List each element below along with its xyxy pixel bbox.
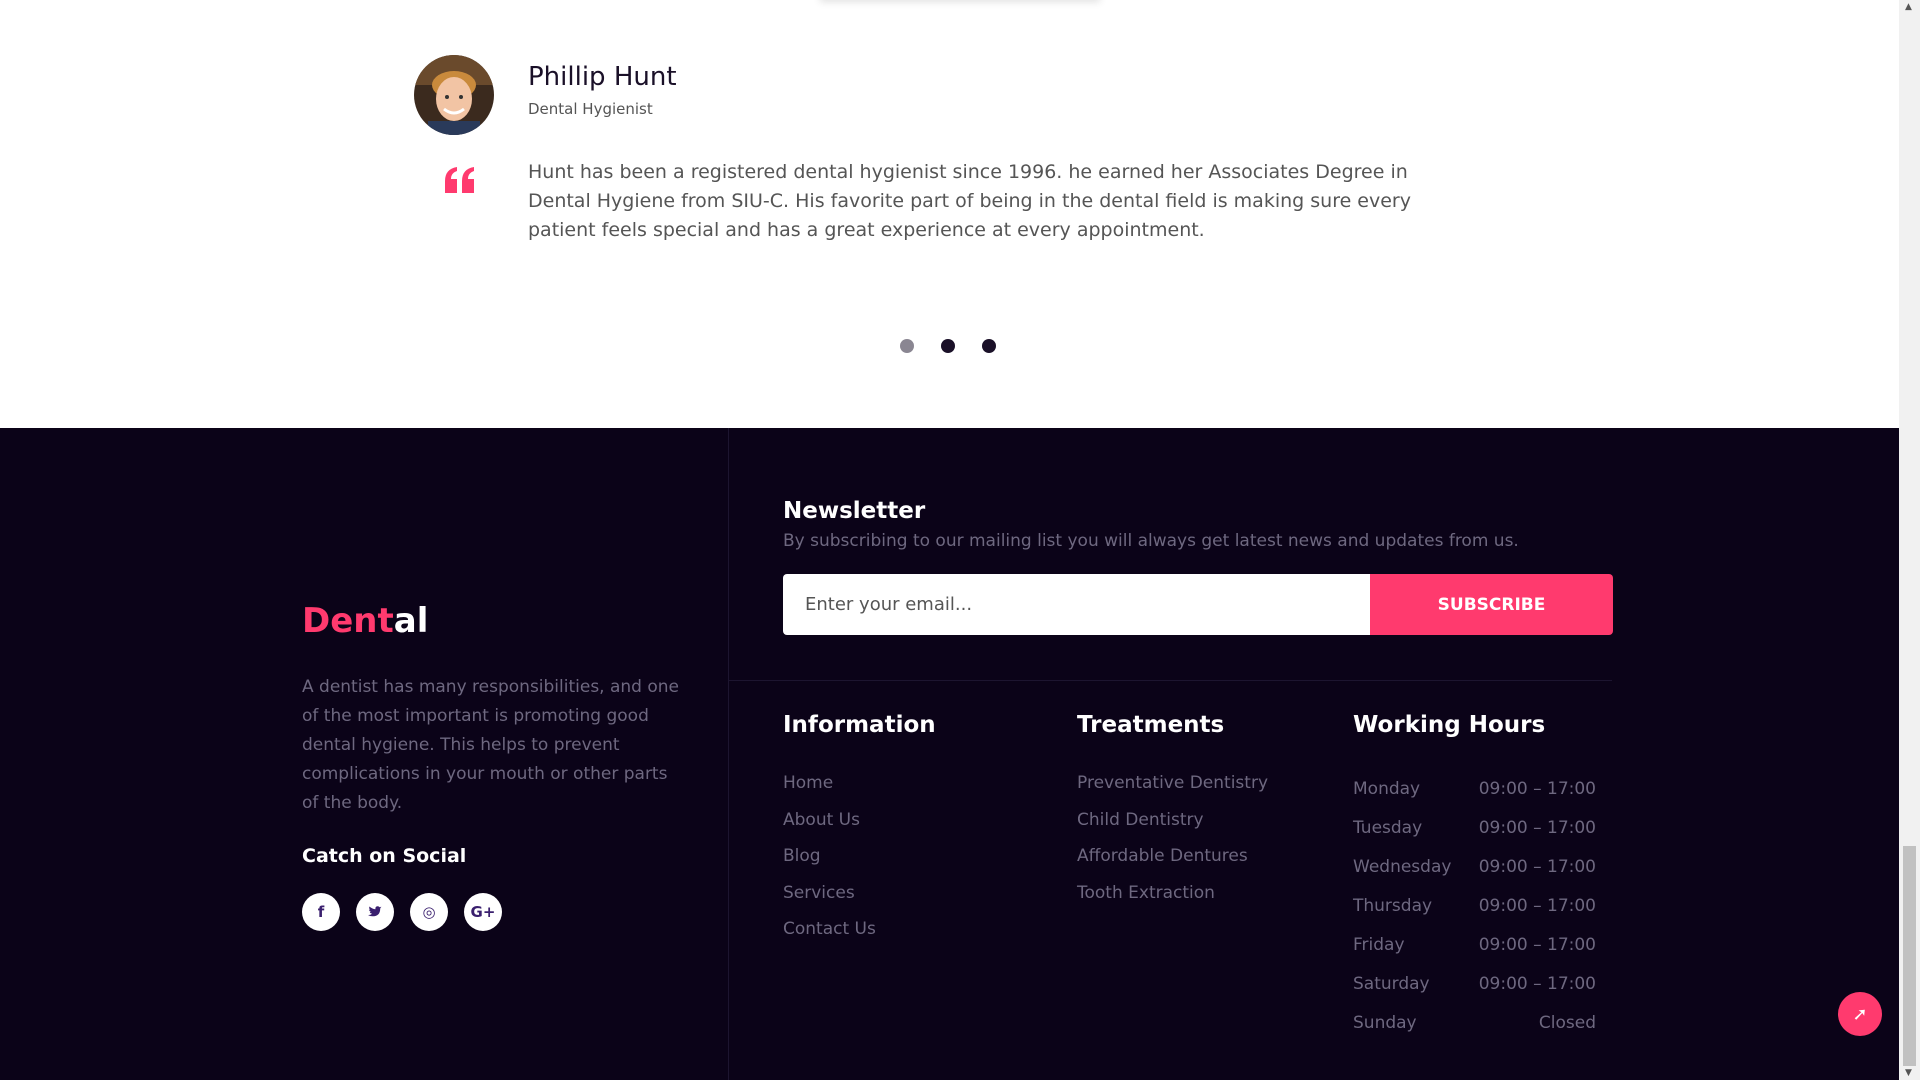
hours-day: Sunday (1353, 1013, 1417, 1033)
scroll-to-top-button[interactable]: ➚ (1838, 992, 1882, 1036)
hours-row: Friday 09:00 – 17:00 (1353, 935, 1596, 974)
hours-row: Thursday 09:00 – 17:00 (1353, 896, 1596, 935)
scrollbar-thumb[interactable] (1903, 846, 1916, 1066)
footer-logo[interactable]: Dental (302, 601, 428, 641)
page-scrollbar[interactable]: ▲ ▼ (1899, 0, 1920, 1080)
hours-day: Monday (1353, 779, 1421, 799)
carousel-dot-3[interactable] (982, 339, 996, 353)
person-name: Phillip Hunt (528, 62, 677, 92)
google-plus-icon[interactable]: G+ (464, 893, 502, 931)
hours-row: Wednesday 09:00 – 17:00 (1353, 857, 1596, 896)
carousel-dot-2[interactable] (941, 339, 955, 353)
quote-icon (445, 167, 474, 193)
footer-link-child-dentistry[interactable]: Child Dentistry (1077, 810, 1268, 847)
hours-time: 09:00 – 17:00 (1478, 896, 1596, 916)
subscribe-button[interactable]: SUBSCRIBE (1370, 574, 1613, 635)
footer-link-affordable-dentures[interactable]: Affordable Dentures (1077, 846, 1268, 883)
testimonial-section: Phillip Hunt Dental Hygienist Hunt has b… (0, 0, 1899, 428)
working-hours-title: Working Hours (1353, 712, 1546, 738)
newsletter-description: By subscribing to our mailing list you w… (783, 531, 1519, 551)
hours-time: 09:00 – 17:00 (1478, 935, 1596, 955)
carousel-dot-1[interactable] (900, 339, 914, 353)
dribbble-icon[interactable]: ◎ (410, 893, 448, 931)
hours-row: Tuesday 09:00 – 17:00 (1353, 818, 1596, 857)
logo-part-2: al (393, 601, 429, 641)
facebook-icon[interactable]: f (302, 893, 340, 931)
hours-time: 09:00 – 17:00 (1478, 779, 1596, 799)
information-links: Home About Us Blog Services Contact Us (783, 773, 876, 956)
hours-time: 09:00 – 17:00 (1478, 818, 1596, 838)
footer-divider-horizontal (729, 680, 1612, 681)
hours-row: Monday 09:00 – 17:00 (1353, 779, 1596, 818)
avatar (414, 55, 494, 135)
hours-row: Saturday 09:00 – 17:00 (1353, 974, 1596, 1013)
hours-time: Closed (1538, 1013, 1596, 1033)
footer-link-services[interactable]: Services (783, 883, 876, 920)
footer-link-about-us[interactable]: About Us (783, 810, 876, 847)
person-role: Dental Hygienist (528, 100, 653, 118)
site-footer: Dental A dentist has many responsibiliti… (0, 428, 1899, 1080)
information-title: Information (783, 712, 936, 738)
hours-time: 09:00 – 17:00 (1478, 857, 1596, 877)
footer-link-blog[interactable]: Blog (783, 846, 876, 883)
scroll-down-arrow-icon[interactable]: ▼ (1905, 1068, 1912, 1078)
hours-row: Sunday Closed (1353, 1013, 1596, 1052)
newsletter-email-input[interactable] (783, 574, 1370, 635)
footer-link-tooth-extraction[interactable]: Tooth Extraction (1077, 883, 1268, 920)
footer-link-contact-us[interactable]: Contact Us (783, 919, 876, 956)
logo-part-1: Dent (302, 601, 394, 641)
hours-day: Friday (1353, 935, 1405, 955)
treatments-title: Treatments (1077, 712, 1225, 738)
hours-day: Tuesday (1353, 818, 1423, 838)
footer-about-text: A dentist has many responsibilities, and… (302, 677, 680, 813)
social-title: Catch on Social (302, 845, 467, 867)
hours-day: Wednesday (1353, 857, 1452, 877)
newsletter-title: Newsletter (783, 498, 926, 524)
social-links: f ◎ G+ (302, 893, 502, 931)
footer-divider-vertical (728, 428, 729, 1080)
hours-day: Saturday (1353, 974, 1430, 994)
testimonial-quote: Hunt has been a registered dental hygien… (528, 161, 1411, 241)
twitter-icon[interactable] (356, 893, 394, 931)
hours-time: 09:00 – 17:00 (1478, 974, 1596, 994)
working-hours-table: Monday 09:00 – 17:00 Tuesday 09:00 – 17:00… (1353, 779, 1596, 1052)
treatments-links: Preventative Dentistry Child Dentistry A… (1077, 773, 1268, 919)
footer-link-preventative-dentistry[interactable]: Preventative Dentistry (1077, 773, 1268, 810)
hours-day: Thursday (1353, 896, 1433, 916)
carousel-dots (900, 339, 996, 353)
footer-link-home[interactable]: Home (783, 773, 876, 810)
scroll-up-arrow-icon[interactable]: ▲ (1905, 2, 1912, 12)
